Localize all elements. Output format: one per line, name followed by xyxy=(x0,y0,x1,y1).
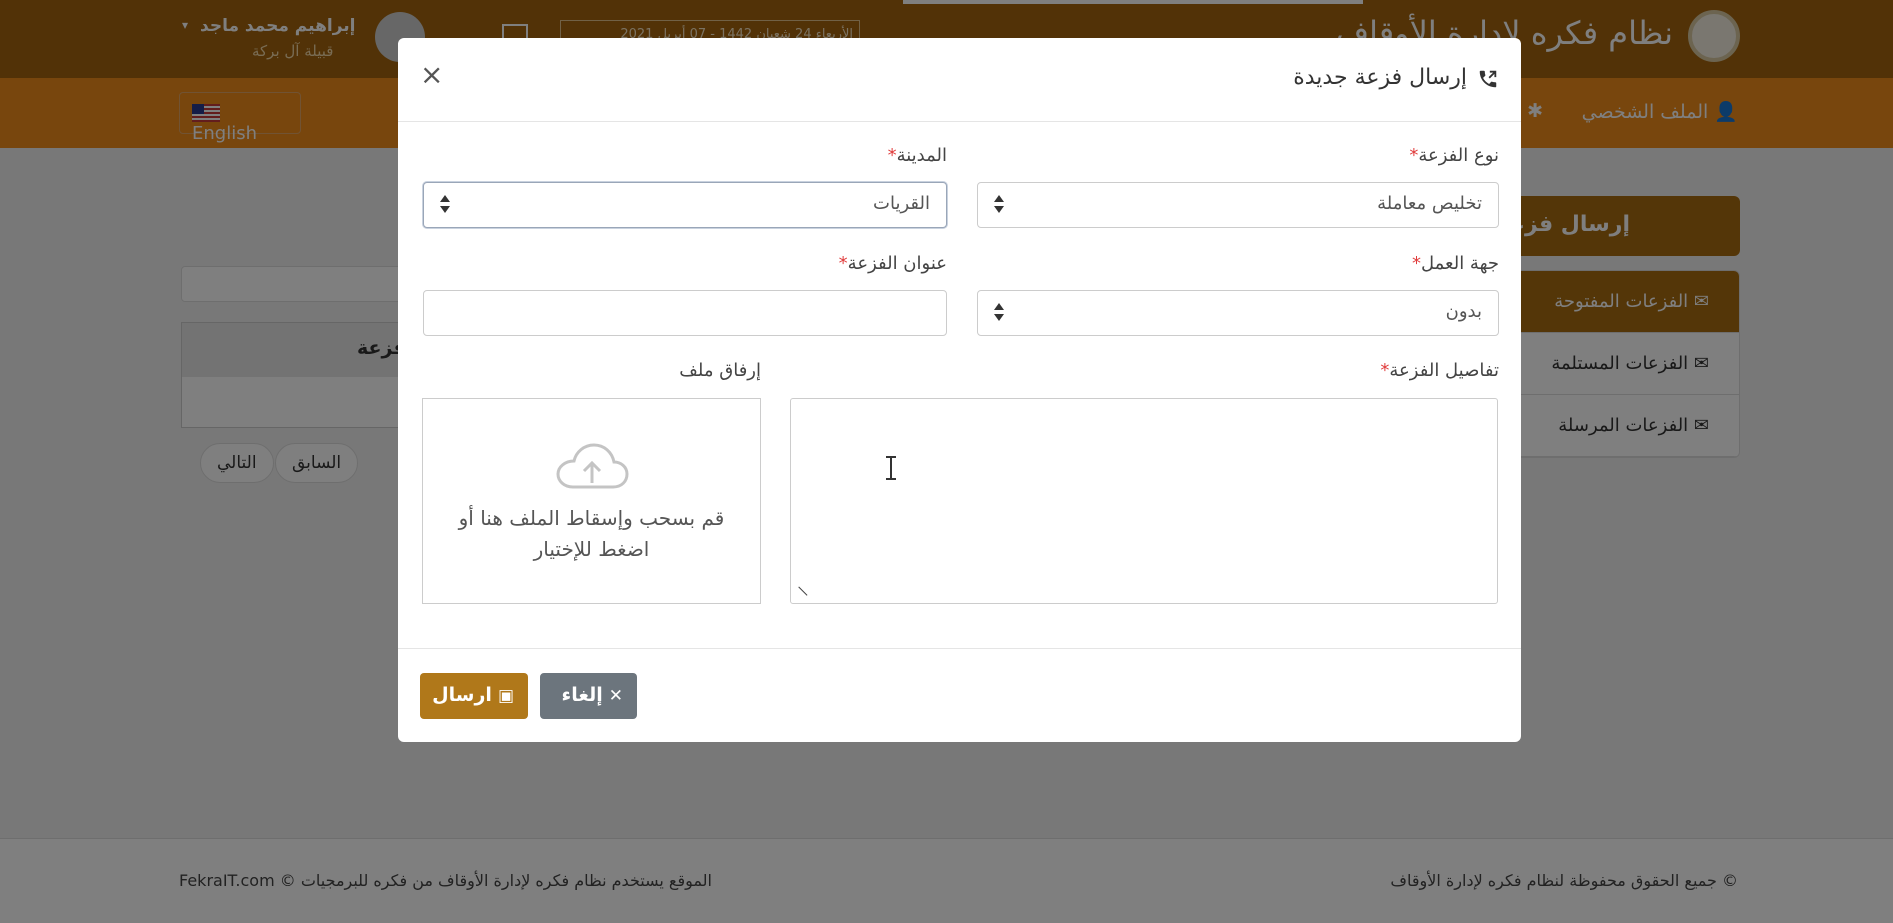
details-textarea[interactable] xyxy=(790,398,1498,604)
new-alert-modal: إرسال فزعة جديدة × نوع الفزعة* تخليص معا… xyxy=(398,38,1521,742)
modal-footer: ▣ارسال ✕إلغاء xyxy=(398,648,1521,742)
send-button[interactable]: ▣ارسال xyxy=(420,673,528,719)
resize-handle-icon[interactable] xyxy=(790,586,808,604)
select-arrows-icon xyxy=(440,195,450,215)
modal-header: إرسال فزعة جديدة × xyxy=(398,38,1521,122)
dropzone-text: قم بسحب وإسقاط الملف هنا أو اضغط للإختيا… xyxy=(458,506,725,561)
type-select-value: تخليص معاملة xyxy=(1377,193,1482,214)
select-arrows-icon xyxy=(994,195,1004,215)
alert-title-label-text: عنوان الفزعة xyxy=(847,253,947,274)
alert-title-label: عنوان الفزعة* xyxy=(835,253,947,274)
city-select[interactable]: القريات xyxy=(423,182,947,228)
cloud-upload-icon xyxy=(555,443,629,489)
required-mark: * xyxy=(838,253,848,274)
phone-icon xyxy=(1479,70,1497,88)
city-label: المدينة* xyxy=(884,145,947,166)
city-label-text: المدينة xyxy=(896,145,947,166)
send-button-label: ارسال xyxy=(432,684,492,706)
work-entity-select[interactable]: بدون xyxy=(977,290,1499,336)
type-select[interactable]: تخليص معاملة xyxy=(977,182,1499,228)
city-select-value: القريات xyxy=(873,193,930,214)
close-button[interactable]: × xyxy=(420,58,443,91)
work-entity-select-value: بدون xyxy=(1445,301,1482,322)
alert-title-input[interactable] xyxy=(423,290,947,336)
modal-title: إرسال فزعة جديدة xyxy=(1293,65,1467,90)
required-mark: * xyxy=(887,145,897,166)
close-icon: ✕ xyxy=(608,686,623,706)
type-label: نوع الفزعة* xyxy=(1405,145,1499,166)
attachment-label: إرفاق ملف xyxy=(679,360,761,381)
save-icon: ▣ xyxy=(497,686,514,706)
file-dropzone[interactable]: قم بسحب وإسقاط الملف هنا أو اضغط للإختيا… xyxy=(422,398,761,604)
details-label: تفاصيل الفزعة* xyxy=(1376,360,1499,381)
select-arrows-icon xyxy=(994,303,1004,323)
cancel-button[interactable]: ✕إلغاء xyxy=(540,673,637,719)
required-mark: * xyxy=(1411,253,1421,274)
text-cursor-icon xyxy=(886,455,896,481)
required-mark: * xyxy=(1409,145,1419,166)
work-entity-label-text: جهة العمل xyxy=(1420,253,1499,274)
cancel-button-label: إلغاء xyxy=(561,684,603,706)
type-label-text: نوع الفزعة xyxy=(1418,145,1499,166)
details-label-text: تفاصيل الفزعة xyxy=(1389,360,1499,381)
work-entity-label: جهة العمل* xyxy=(1408,253,1499,274)
